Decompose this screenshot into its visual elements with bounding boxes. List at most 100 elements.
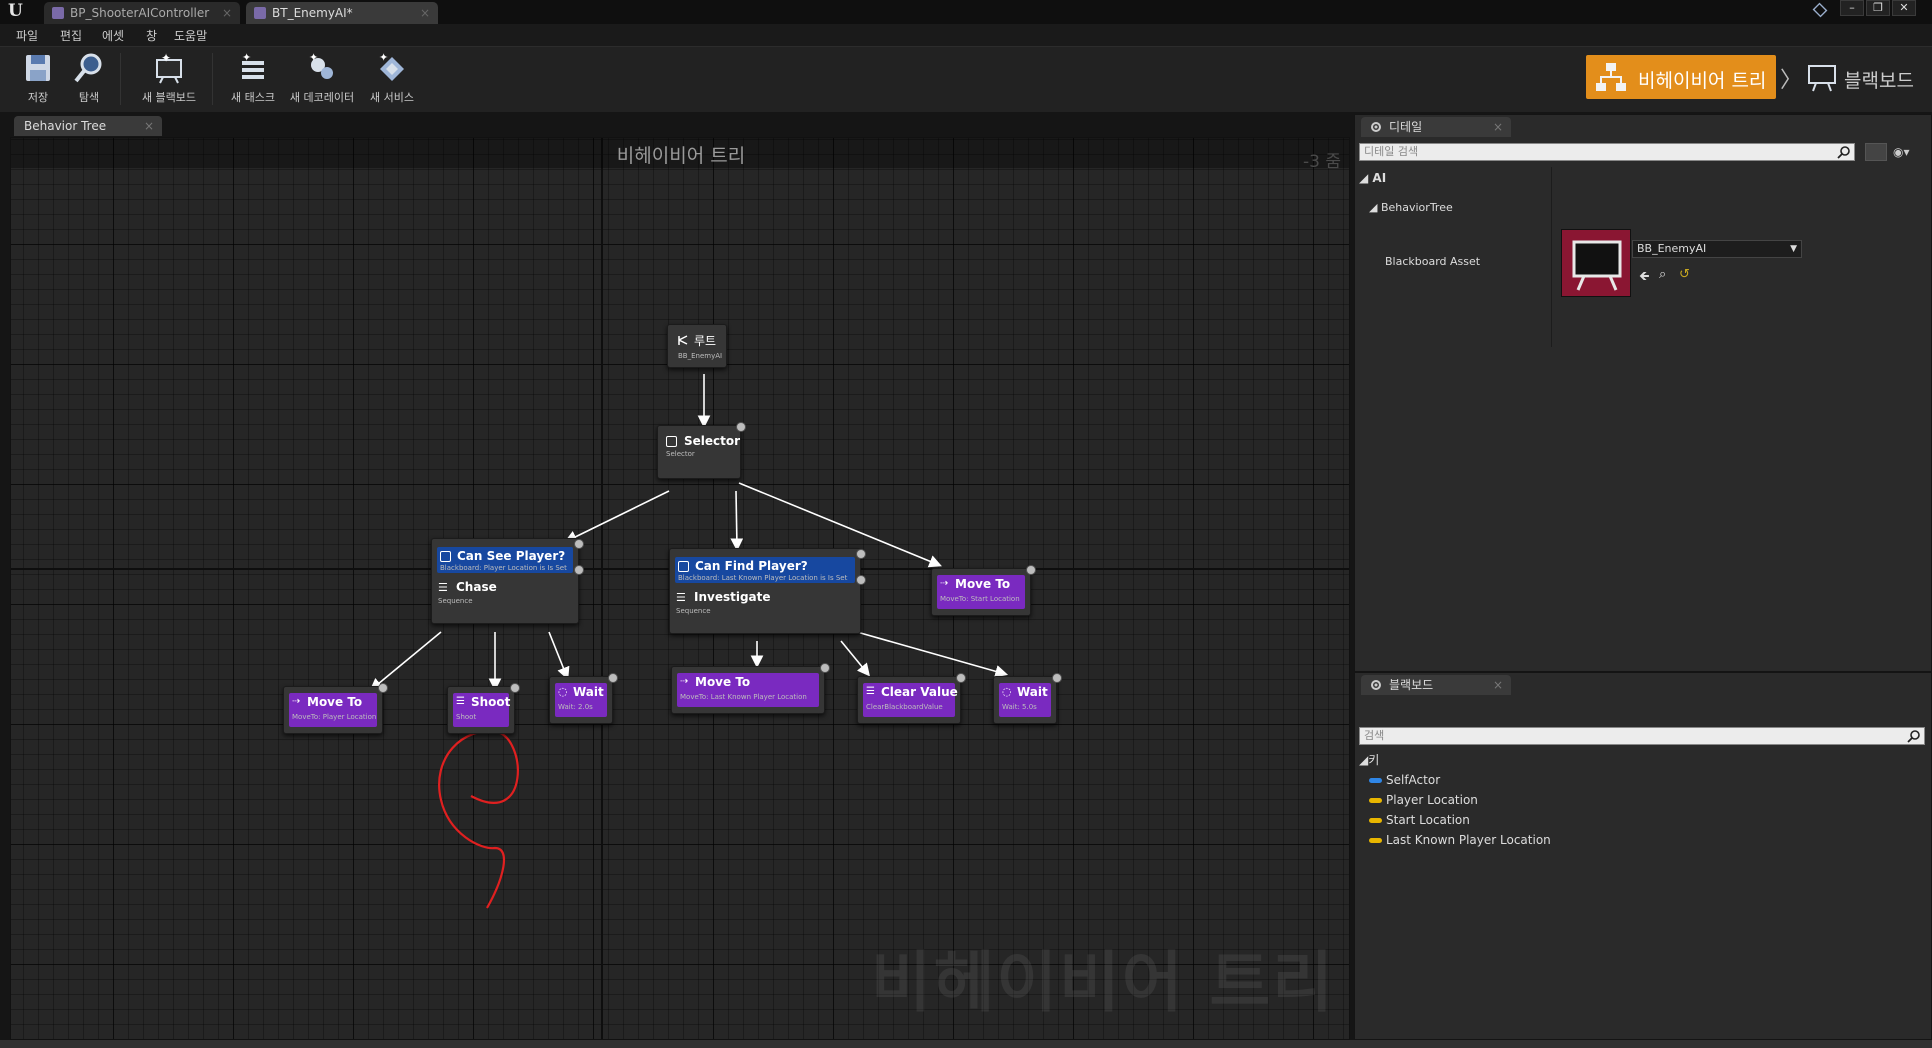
clear-value-task[interactable]: ☰ Clear Value ClearBlackboardValue	[857, 673, 966, 724]
restore-button[interactable]: ❐	[1866, 0, 1890, 16]
tab-behavior-tree[interactable]: Behavior Tree ×	[14, 116, 162, 136]
blueprint-icon	[52, 7, 64, 19]
behavior-tree-graph[interactable]: 비헤이비어 트리 -3 줌 비헤이비어 트리 루트 BB_EnemyAI Sel…	[10, 137, 1350, 1040]
output-pin[interactable]	[736, 422, 746, 432]
node-title: Chase	[456, 580, 497, 594]
minimize-button[interactable]: –	[1840, 0, 1864, 16]
wait-5s-task[interactable]: ◌ Wait Wait: 5.0s	[993, 673, 1062, 724]
wire	[548, 631, 570, 680]
menu-edit[interactable]: 편집	[60, 27, 82, 44]
node-title: Investigate	[694, 590, 771, 604]
toolbar-separator	[212, 53, 213, 105]
use-selected-icon[interactable]: 🡸	[1639, 267, 1650, 289]
blackboard-key[interactable]: SelfActor	[1369, 773, 1440, 787]
annotation-circle	[438, 730, 519, 909]
menu-window[interactable]: 창	[146, 27, 157, 44]
close-icon[interactable]: ×	[1493, 675, 1503, 695]
new-blackboard-button[interactable]: ✦ 새 블랙보드	[134, 51, 204, 109]
decorator-title: Can See Player?	[457, 549, 566, 563]
task-body: ☰ Shoot Shoot	[453, 693, 510, 727]
details-search-input[interactable]: 디테일 검색	[1359, 143, 1855, 161]
output-pin[interactable]	[856, 575, 866, 585]
vector-key-icon	[1369, 818, 1382, 823]
close-icon[interactable]: ×	[420, 2, 430, 24]
reset-to-default-icon[interactable]: ↺	[1679, 267, 1690, 282]
view-options-icon[interactable]	[1865, 143, 1887, 161]
output-pin[interactable]	[856, 549, 866, 559]
tab-details[interactable]: 디테일 ×	[1361, 117, 1511, 137]
decorator-icon	[440, 551, 451, 562]
menu-file[interactable]: 파일	[16, 27, 38, 44]
menu-bar: 파일 편집 에셋 창 도움말	[0, 24, 1932, 46]
output-pin[interactable]	[574, 565, 584, 575]
blackboard-key[interactable]: Last Known Player Location	[1369, 833, 1551, 847]
close-window-button[interactable]: ✕	[1892, 0, 1916, 16]
app-window: U BP_ShooterAIController × BT_EnemyAI* ×…	[0, 0, 1932, 1048]
output-pin[interactable]	[820, 663, 830, 673]
notification-icon[interactable]	[1812, 2, 1828, 18]
shoot-icon: ☰	[456, 696, 465, 707]
tab-bp-shooter-ai-controller[interactable]: BP_ShooterAIController ×	[44, 2, 240, 24]
menu-help[interactable]: 도움말	[174, 27, 207, 44]
browse-button[interactable]: 탐색	[66, 51, 112, 109]
blackboard-mode-button[interactable]: 블랙보드	[1804, 55, 1930, 99]
move-to-last-known-task[interactable]: ⇢ Move To MoveTo: Last Known Player Loca…	[671, 663, 830, 714]
tab-label: 디테일	[1389, 120, 1423, 134]
close-icon[interactable]: ×	[222, 2, 232, 24]
root-node[interactable]: 루트 BB_EnemyAI	[667, 324, 727, 368]
key-name: Player Location	[1386, 793, 1478, 807]
key-name: Last Known Player Location	[1386, 833, 1551, 847]
output-pin[interactable]	[510, 683, 520, 693]
node-subtitle: ClearBlackboardValue	[866, 703, 943, 711]
blackboard-search-input[interactable]: 검색	[1359, 727, 1925, 745]
new-task-icon: ✦	[242, 51, 264, 79]
can-see-player-decorator[interactable]: Can See Player? Blackboard: Player Locat…	[437, 547, 573, 573]
tab-blackboard[interactable]: 블랙보드 ×	[1361, 675, 1511, 695]
new-decorator-button[interactable]: ✦ 새 데코레이터	[286, 51, 358, 109]
menu-asset[interactable]: 에셋	[102, 27, 124, 44]
category-behavior-tree[interactable]: ◢ BehaviorTree	[1369, 201, 1453, 214]
wait-icon: ◌	[558, 685, 568, 698]
category-ai[interactable]: ◢ AI	[1359, 171, 1386, 185]
blackboard-asset-dropdown[interactable]: BB_EnemyAI ▼	[1632, 240, 1802, 258]
shoot-task[interactable]: ☰ Shoot Shoot	[447, 683, 520, 734]
output-pin[interactable]	[1052, 673, 1062, 683]
wait-icon: ◌	[1002, 685, 1012, 698]
output-pin[interactable]	[1026, 565, 1036, 575]
browse-asset-icon[interactable]: ⌕	[1659, 267, 1666, 282]
output-pin[interactable]	[608, 673, 618, 683]
node-subtitle: Shoot	[456, 713, 477, 721]
move-to-start-task[interactable]: ⇢ Move To MoveTo: Start Location	[931, 565, 1036, 616]
new-task-button[interactable]: ✦ 새 태스크	[226, 51, 280, 109]
selector-icon	[666, 436, 677, 447]
eye-icon[interactable]: ◉▾	[1893, 145, 1910, 159]
node-subtitle: BB_EnemyAI	[678, 352, 723, 360]
wire	[564, 490, 670, 543]
close-icon[interactable]: ×	[144, 116, 154, 136]
keys-header[interactable]: ◢키	[1359, 751, 1379, 768]
move-to-player-task[interactable]: ⇢ Move To MoveTo: Player Location	[283, 683, 388, 734]
close-icon[interactable]: ×	[1493, 117, 1503, 137]
behavior-tree-mode-button[interactable]: 비헤이비어 트리	[1586, 55, 1776, 99]
output-pin[interactable]	[574, 539, 584, 549]
gear-icon	[1371, 122, 1381, 132]
decorator-subtitle: Blackboard: Last Known Player Location i…	[678, 574, 848, 582]
can-find-player-decorator[interactable]: Can Find Player? Blackboard: Last Known …	[675, 557, 855, 583]
wait-2s-task[interactable]: ◌ Wait Wait: 2.0s	[549, 673, 618, 724]
selector-node[interactable]: Selector Selector	[657, 422, 746, 479]
root-icon	[678, 335, 688, 345]
output-pin[interactable]	[378, 683, 388, 693]
save-button[interactable]: 저장	[16, 51, 60, 109]
blackboard-key[interactable]: Player Location	[1369, 793, 1478, 807]
tab-label: BT_EnemyAI*	[272, 6, 353, 20]
new-service-button[interactable]: ✦ 새 서비스	[364, 51, 420, 109]
blackboard-asset-thumbnail	[1561, 229, 1631, 297]
tab-bt-enemy-ai[interactable]: BT_EnemyAI* ×	[246, 2, 438, 24]
behavior-tree-icon	[254, 7, 266, 19]
blackboard-key[interactable]: Start Location	[1369, 813, 1470, 827]
chase-sequence-node[interactable]: Can See Player? Blackboard: Player Locat…	[431, 538, 584, 624]
title-bar: U BP_ShooterAIController × BT_EnemyAI* ×…	[0, 0, 1932, 24]
wire	[730, 490, 744, 552]
investigate-sequence-node[interactable]: Can Find Player? Blackboard: Last Known …	[669, 548, 866, 634]
output-pin[interactable]	[956, 673, 966, 683]
